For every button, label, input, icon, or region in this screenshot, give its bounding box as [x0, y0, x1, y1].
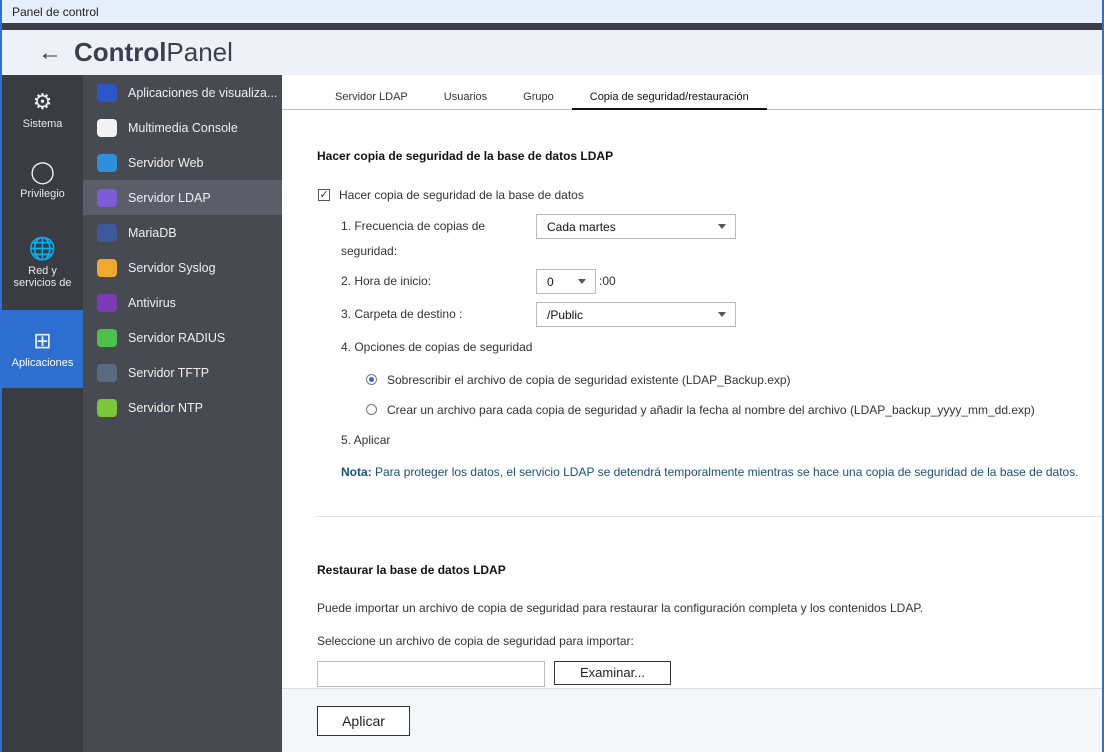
subnav-item-servidor-tftp[interactable]: Servidor TFTP: [83, 355, 282, 390]
app-title-light: Panel: [166, 37, 233, 67]
app-icon: [97, 118, 117, 137]
note-text: Para proteger los datos, el servicio LDA…: [371, 465, 1079, 479]
rail-item-sistema[interactable]: ⚙ Sistema: [2, 75, 83, 145]
start-hour-value: 0: [547, 275, 554, 289]
rail-item-red[interactable]: 🌐 Red y servicios de: [2, 215, 83, 310]
globe-icon: 🌐: [28, 235, 57, 261]
restore-select-label: Seleccione un archivo de copia de seguri…: [317, 634, 634, 648]
app-icon: [97, 293, 117, 312]
app-icon: [97, 363, 117, 382]
dated-file-radio[interactable]: [366, 404, 377, 415]
start-hour-label: 2. Hora de inicio:: [341, 274, 432, 288]
backup-options-label: 4. Opciones de copias de seguridad: [341, 340, 533, 354]
restore-description: Puede importar un archivo de copia de se…: [317, 601, 924, 615]
subnav-label: Servidor TFTP: [128, 365, 210, 380]
hour-suffix: :00: [599, 274, 616, 288]
section-divider: [317, 516, 1102, 517]
main-content: Servidor LDAP Usuarios Grupo Copia de se…: [282, 75, 1102, 752]
app-icon: [97, 153, 117, 172]
subnav-label: Aplicaciones de visualiza...: [128, 85, 278, 100]
chevron-down-icon: [578, 279, 586, 284]
backup-file-input[interactable]: [317, 661, 545, 687]
rail-label: Red y servicios de: [13, 264, 72, 289]
note-label: Nota:: [341, 465, 372, 479]
subnav-item-servidor-ntp[interactable]: Servidor NTP: [83, 390, 282, 425]
apply-button[interactable]: Aplicar: [317, 706, 410, 736]
tab-backup-restore[interactable]: Copia de seguridad/restauración: [571, 91, 767, 110]
subnav-label: Servidor Web: [128, 155, 204, 170]
subnav-item-servidor-radius[interactable]: Servidor RADIUS: [83, 320, 282, 355]
divider-strip: [2, 23, 1102, 30]
browse-button[interactable]: Examinar...: [554, 661, 671, 685]
gear-icon: ⚙: [32, 89, 53, 114]
app-title-bold: Control: [74, 37, 167, 67]
backup-section-title: Hacer copia de seguridad de la base de d…: [317, 149, 614, 163]
frequency-value: Cada martes: [547, 220, 616, 234]
backup-note: Nota: Para proteger los datos, el servic…: [341, 465, 1079, 479]
subnav-item-servidor-ldap[interactable]: Servidor LDAP: [83, 180, 282, 215]
apply-step-label: 5. Aplicar: [341, 433, 391, 447]
subnav-label: Servidor NTP: [128, 400, 204, 415]
start-hour-select[interactable]: 0: [536, 269, 596, 294]
subnav-item-servidor-syslog[interactable]: Servidor Syslog: [83, 250, 282, 285]
backup-enable-label: Hacer copia de seguridad de la base de d…: [339, 188, 584, 202]
category-rail: ⚙ Sistema ◯ Privilegio 🌐 Red y servicios de…: [2, 75, 83, 752]
backup-enable-checkbox[interactable]: ✓: [318, 189, 330, 201]
subnav-item-multimedia-console[interactable]: Multimedia Console: [83, 110, 282, 145]
subnav-item-antivirus[interactable]: Antivirus: [83, 285, 282, 320]
subnav-item-servidor-web[interactable]: Servidor Web: [83, 145, 282, 180]
overwrite-option-label: Sobrescribir el archivo de copia de segu…: [387, 373, 791, 387]
subnav-label: Antivirus: [128, 295, 176, 310]
rail-label: Privilegio: [20, 188, 65, 200]
app-header: ← Control Panel: [2, 30, 1102, 75]
subnav-label: Servidor LDAP: [128, 190, 211, 205]
subnav-item-mariadb[interactable]: MariaDB: [83, 215, 282, 250]
tab-servidor-ldap[interactable]: Servidor LDAP: [317, 91, 426, 110]
dated-file-option-label: Crear un archivo para cada copia de segu…: [387, 403, 1035, 417]
destination-folder-select[interactable]: /Public: [536, 302, 736, 327]
apps-grid-icon: ⊞: [33, 328, 52, 353]
frequency-label: 1. Frecuencia de copias de: [341, 219, 486, 233]
tab-bar: Servidor LDAP Usuarios Grupo Copia de se…: [282, 75, 1102, 110]
tab-grupo[interactable]: Grupo: [505, 91, 572, 110]
destination-folder-label: 3. Carpeta de destino :: [341, 307, 463, 321]
app-icon: [97, 83, 117, 102]
window-title: Panel de control: [12, 5, 99, 19]
frequency-label-cont: seguridad:: [341, 244, 398, 258]
subnav-label: MariaDB: [128, 225, 177, 240]
user-icon: ◯: [30, 159, 55, 184]
rail-item-aplicaciones[interactable]: ⊞ Aplicaciones: [2, 310, 83, 388]
subnav-label: Servidor RADIUS: [128, 330, 226, 345]
subnav-label: Servidor Syslog: [128, 260, 216, 275]
overwrite-radio[interactable]: [366, 374, 377, 385]
tab-usuarios[interactable]: Usuarios: [426, 91, 505, 110]
rail-item-privilegio[interactable]: ◯ Privilegio: [2, 145, 83, 215]
rail-label: Sistema: [22, 118, 63, 130]
frequency-select[interactable]: Cada martes: [536, 214, 736, 239]
subnav-label: Multimedia Console: [128, 120, 238, 135]
chevron-down-icon: [718, 224, 726, 229]
app-icon: [97, 223, 117, 242]
app-icon: [97, 328, 117, 347]
app-icon: [97, 188, 117, 207]
restore-section-title: Restaurar la base de datos LDAP: [317, 563, 506, 577]
back-arrow-icon[interactable]: ←: [38, 39, 62, 67]
app-icon: [97, 258, 117, 277]
chevron-down-icon: [718, 312, 726, 317]
control-panel-window: Panel de control ← Control Panel ⚙ Sistema…: [2, 0, 1102, 752]
rail-label: Aplicaciones: [11, 357, 74, 369]
title-bar: Panel de control: [2, 0, 1102, 23]
subnav-item-aplicaciones-de-visualiza[interactable]: Aplicaciones de visualiza...: [83, 75, 282, 110]
app-subnav: Aplicaciones de visualiza... Multimedia C…: [83, 75, 282, 752]
destination-folder-value: /Public: [547, 308, 584, 322]
app-icon: [97, 398, 117, 417]
footer-bar: Aplicar: [282, 688, 1102, 752]
